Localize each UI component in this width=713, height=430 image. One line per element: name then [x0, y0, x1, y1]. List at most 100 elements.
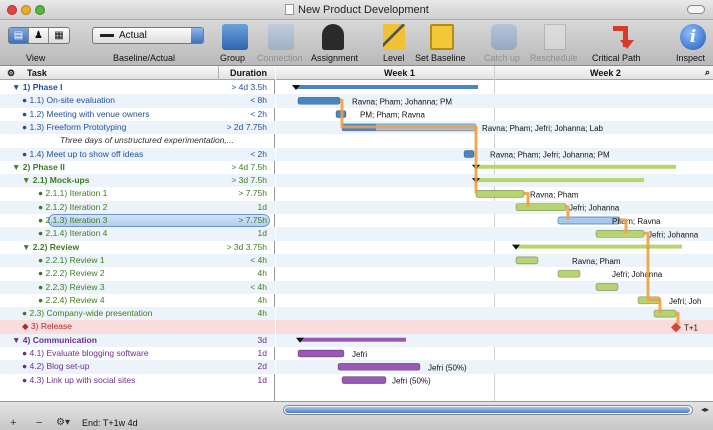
resource-view-icon[interactable]: ♟	[29, 28, 49, 43]
task-duration[interactable]: < 2h	[250, 109, 267, 119]
scrollbar-thumb[interactable]	[285, 407, 690, 413]
assignment-label[interactable]: Assignment	[311, 53, 358, 63]
task-bar[interactable]	[337, 362, 421, 371]
task-name[interactable]: ▼ 2) Phase II	[12, 162, 65, 172]
task-duration[interactable]: > 2d 7.75h	[227, 122, 267, 132]
scroll-arrows-icon[interactable]: ◂▸	[701, 405, 709, 414]
task-duration[interactable]: 1d	[258, 375, 267, 385]
inspect-icon[interactable]: i	[680, 24, 706, 50]
task-name[interactable]: ● 2.1.3) Iteration 3	[38, 215, 107, 225]
task-row[interactable]: ● 1.2) Meeting with venue owners < 2h	[0, 108, 275, 121]
task-name[interactable]: ● 4.2) Blog set-up	[22, 361, 90, 371]
task-row[interactable]: ● 2.2.3) Review 3 < 4h	[0, 280, 275, 294]
task-name[interactable]: ● 4.1) Evaluate blogging software	[22, 348, 149, 358]
task-row[interactable]: ● 2.1.1) Iteration 1 > 7.75h	[0, 187, 275, 200]
catch-up-label[interactable]: Catch up	[484, 53, 520, 63]
task-duration[interactable]: 1d	[258, 202, 267, 212]
group-bar[interactable]	[476, 178, 644, 183]
task-name[interactable]: ● 2.3) Company-wide presentation	[22, 308, 152, 318]
connection-label[interactable]: Connection	[257, 53, 303, 63]
reschedule-label[interactable]: Reschedule	[530, 53, 578, 63]
horizontal-scrollbar[interactable]	[283, 405, 693, 415]
task-duration[interactable]: > 4d 3.5h	[231, 82, 267, 92]
calendar-view-icon[interactable]: ▦	[49, 28, 69, 43]
gantt-view-icon[interactable]: ▤	[9, 28, 29, 43]
connection-icon[interactable]	[268, 24, 294, 50]
group-icon[interactable]	[222, 24, 248, 50]
task-bar[interactable]	[463, 150, 475, 158]
add-task-button[interactable]: +	[10, 417, 16, 429]
action-gear-icon[interactable]: ⚙▾	[56, 417, 70, 428]
critical-path-label[interactable]: Critical Path	[592, 53, 641, 63]
task-bar[interactable]	[515, 203, 567, 212]
task-duration[interactable]: < 8h	[250, 95, 267, 105]
column-gear-icon[interactable]: ⚙	[7, 68, 15, 79]
view-mode-segmented-control[interactable]: ▤ ♟ ▦	[8, 27, 70, 44]
task-column-header[interactable]: Task	[27, 68, 47, 78]
task-duration[interactable]: 2d	[258, 361, 267, 371]
task-bar[interactable]	[297, 349, 345, 358]
task-row[interactable]: ● 1.1) On-site evaluation < 8h	[0, 94, 275, 108]
task-name[interactable]: ● 2.2.3) Review 3	[38, 282, 105, 292]
task-row[interactable]: ● 1.3) Freeform Prototyping > 2d 7.75h	[0, 120, 275, 135]
task-duration[interactable]: 3d	[258, 335, 267, 345]
remove-task-button[interactable]: −	[36, 417, 42, 429]
task-row[interactable]: ● 2.2.4) Review 4 4h	[0, 294, 275, 307]
task-bar[interactable]	[595, 229, 645, 238]
task-row[interactable]: ● 4.2) Blog set-up 2d	[0, 360, 275, 374]
critical-path-icon[interactable]	[607, 24, 634, 50]
task-row[interactable]: ● 2.2.2) Review 2 4h	[0, 267, 275, 280]
task-name[interactable]: ◆ 3) Release	[22, 321, 72, 332]
task-duration[interactable]: < 4h	[250, 255, 267, 265]
task-row[interactable]: ▼ 2.1) Mock-ups > 3d 7.5h	[0, 174, 275, 188]
task-row[interactable]: ▼ 1) Phase I > 4d 3.5h	[0, 81, 275, 94]
task-duration[interactable]: < 4h	[250, 282, 267, 292]
task-row[interactable]: ● 2.3) Company-wide presentation 4h	[0, 307, 275, 321]
zoom-icon[interactable]: ⌕	[705, 67, 710, 78]
task-duration[interactable]: 4h	[258, 308, 267, 318]
task-name[interactable]: ● 2.2.2) Review 2	[38, 268, 105, 278]
toolbar-toggle-button[interactable]	[687, 5, 705, 14]
task-name[interactable]: ● 1.3) Freeform Prototyping	[22, 122, 126, 132]
group-bar[interactable]	[476, 164, 676, 169]
task-row[interactable]: ◆ 3) Release	[0, 320, 275, 334]
level-label[interactable]: Level	[383, 53, 405, 63]
task-name[interactable]: ● 2.1.1) Iteration 1	[38, 188, 107, 198]
task-row[interactable]: ● 4.1) Evaluate blogging software 1d	[0, 347, 275, 360]
task-duration[interactable]: < 2h	[250, 149, 267, 159]
task-duration[interactable]: 4h	[258, 268, 267, 278]
group-label[interactable]: Group	[220, 53, 245, 63]
group-bar[interactable]	[296, 85, 478, 89]
task-row[interactable]: ▼ 4) Communication 3d	[0, 333, 275, 347]
task-name[interactable]: ● 2.2.4) Review 4	[38, 295, 105, 305]
task-name[interactable]: ● 1.1) On-site evaluation	[22, 95, 115, 105]
reschedule-icon[interactable]	[544, 24, 566, 50]
close-window-button[interactable]	[7, 5, 17, 15]
task-name[interactable]: ▼ 2.1) Mock-ups	[22, 175, 89, 185]
task-name[interactable]: ● 1.4) Meet up to show off ideas	[22, 149, 143, 159]
minimize-window-button[interactable]	[21, 5, 31, 15]
task-duration[interactable]: > 3d 3.75h	[227, 242, 267, 252]
task-name[interactable]: ▼ 2.2) Review	[22, 242, 79, 252]
task-name[interactable]: ▼ 4) Communication	[12, 335, 97, 345]
task-bar[interactable]	[557, 269, 581, 278]
duration-column-header[interactable]: Duration	[230, 68, 267, 78]
task-row[interactable]: ● 1.4) Meet up to show off ideas < 2h	[0, 147, 275, 161]
level-icon[interactable]	[383, 24, 405, 50]
task-bar[interactable]	[653, 309, 677, 318]
group-bar[interactable]	[516, 244, 682, 249]
task-name[interactable]: ● 4.3) Link up with social sites	[22, 375, 135, 385]
task-row[interactable]: ● 4.3) Link up with social sites 1d	[0, 374, 275, 387]
assignment-icon[interactable]	[322, 24, 344, 50]
task-name[interactable]: Three days of unstructured experimentati…	[60, 135, 234, 145]
task-bar[interactable]	[341, 376, 387, 384]
baseline-actual-popup[interactable]: Actual	[92, 27, 204, 44]
task-name[interactable]: ● 2.2.1) Review 1	[38, 255, 105, 265]
task-name[interactable]: ● 2.1.4) Iteration 4	[38, 228, 107, 238]
task-duration[interactable]: 1d	[258, 348, 267, 358]
task-row[interactable]: ▼ 2.2) Review > 3d 3.75h	[0, 241, 275, 254]
task-name[interactable]: ● 2.1.2) Iteration 2	[38, 202, 107, 212]
task-duration[interactable]: 4h	[258, 295, 267, 305]
task-duration[interactable]: > 7.75h	[238, 188, 267, 198]
task-row[interactable]: ● 2.1.2) Iteration 2 1d	[0, 200, 275, 214]
